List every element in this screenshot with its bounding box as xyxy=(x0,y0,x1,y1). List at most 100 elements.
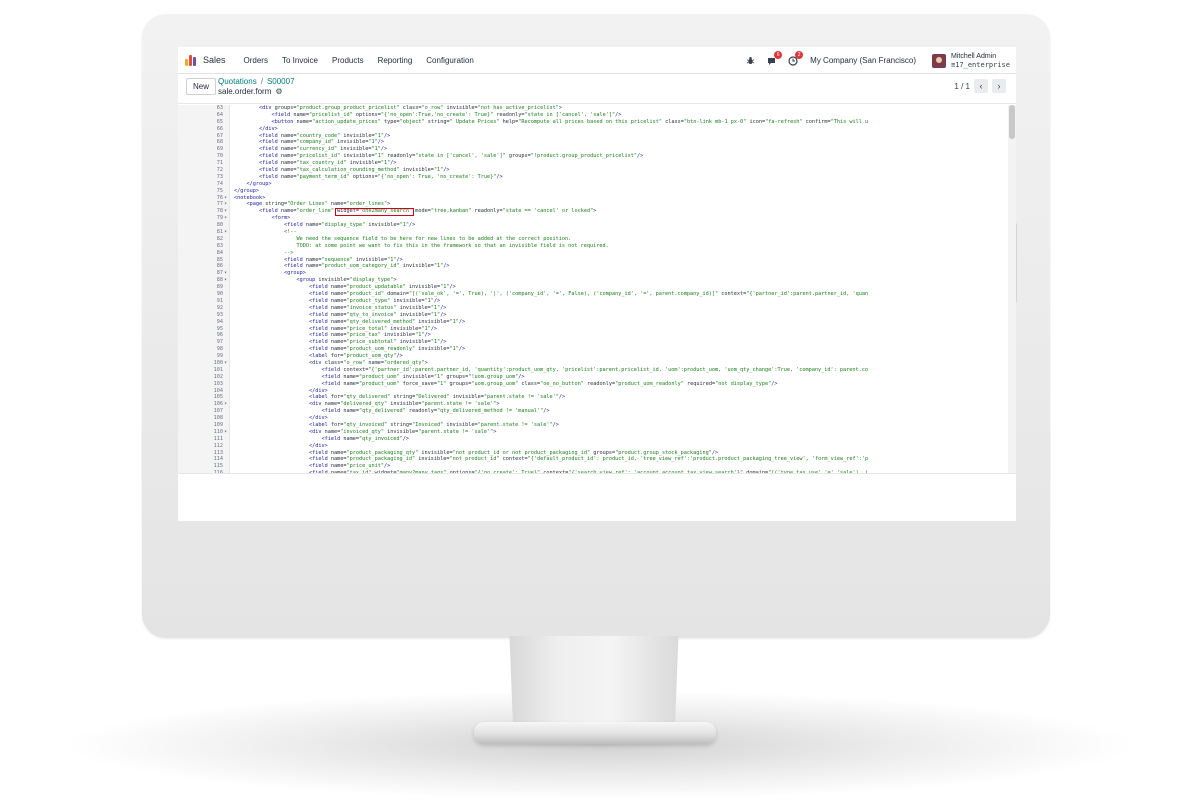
code-line[interactable]: 85 <field name="sequence" invisible="1"/… xyxy=(178,257,1016,264)
code-line[interactable]: 83 TODO: at some point we want to fix th… xyxy=(178,243,1016,250)
clock-icon[interactable]: 2 xyxy=(787,51,804,66)
code-line[interactable]: 113 <field name="product_packaging_qty" … xyxy=(178,450,1016,457)
code-line[interactable]: 64 <field name="pricelist_id" options="{… xyxy=(178,112,1016,119)
code-line[interactable]: 80 <field name="display_type" invisible=… xyxy=(178,222,1016,229)
code-line[interactable]: 102 <field name="product_uom" invisible=… xyxy=(178,374,1016,381)
editor-scrollbar[interactable] xyxy=(1008,105,1016,473)
code-line[interactable]: 82 We need the sequence field to be here… xyxy=(178,236,1016,243)
empty-area xyxy=(178,473,1016,521)
pager-previous-button[interactable]: ‹ xyxy=(974,79,988,93)
menu-to-invoice[interactable]: To Invoice xyxy=(282,56,318,65)
fold-toggle-icon[interactable]: ▾ xyxy=(224,429,229,436)
code-line[interactable]: 63 <div groups="product.group_product_pr… xyxy=(178,105,1016,112)
code-line[interactable]: 104 </div> xyxy=(178,388,1016,395)
pager-value[interactable]: 1 / 1 xyxy=(954,82,970,91)
code-line[interactable]: 74 </group> xyxy=(178,181,1016,188)
code-line[interactable]: 87 ▾ <group> xyxy=(178,270,1016,277)
code-line[interactable]: 92 <field name="invoice_status" invisibl… xyxy=(178,305,1016,312)
fold-toggle-icon[interactable]: ▾ xyxy=(224,270,229,277)
code-editor[interactable]: 63 <div groups="product.group_product_pr… xyxy=(178,105,1016,473)
fold-toggle-icon[interactable]: ▾ xyxy=(224,360,229,367)
monitor-stand-base xyxy=(474,722,716,744)
code-line[interactable]: 68 <field name="company_id" invisible="1… xyxy=(178,139,1016,146)
code-line[interactable]: 98 <field name="product_uom_readonly" in… xyxy=(178,346,1016,353)
code-text: <div name="invoiced_qty" invisible="pare… xyxy=(308,428,497,435)
code-line[interactable]: 91 <field name="product_type" invisible=… xyxy=(178,298,1016,305)
code-line[interactable]: 111 <field name="qty_invoiced"/> xyxy=(178,436,1016,443)
code-text: <group> xyxy=(283,270,306,277)
code-text: <field name="product_uom_category_id" in… xyxy=(283,263,450,270)
user-menu[interactable]: Mitchell Admin ≡17_enterprise xyxy=(931,52,1010,70)
code-line[interactable]: 93 <field name="qty_to_invoice" invisibl… xyxy=(178,312,1016,319)
fold-toggle-icon[interactable]: ▾ xyxy=(224,229,229,236)
code-line[interactable]: 79 ▾ <form> xyxy=(178,215,1016,222)
chevron-right-icon: › xyxy=(997,81,1001,91)
code-line[interactable]: 94 <field name="qty_delivered_method" in… xyxy=(178,319,1016,326)
code-line[interactable]: 115 <field name="price_unit"/> xyxy=(178,463,1016,470)
code-line[interactable]: 65 <button name="action_update_prices" t… xyxy=(178,119,1016,126)
editor-scroll-thumb[interactable] xyxy=(1009,105,1015,139)
fold-toggle-icon[interactable]: ▾ xyxy=(224,401,229,408)
bug-icon[interactable] xyxy=(745,55,756,66)
chat-icon[interactable]: 6 xyxy=(766,51,783,66)
code-line[interactable]: 84 --> xyxy=(178,250,1016,257)
code-text: <field context="{'partner_id':parent.par… xyxy=(321,366,869,373)
code-line[interactable]: 107 <field name="qty_delivered" readonly… xyxy=(178,408,1016,415)
new-button[interactable]: New xyxy=(186,78,216,95)
code-line[interactable]: 99 <label for="product_uom_qty"/> xyxy=(178,353,1016,360)
code-line[interactable]: 105 <label for="qty_delivered" string="D… xyxy=(178,394,1016,401)
code-line[interactable]: 86 <field name="product_uom_category_id"… xyxy=(178,263,1016,270)
code-line[interactable]: 112 </div> xyxy=(178,443,1016,450)
code-line[interactable]: 110 ▾ <div name="invoiced_qty" invisible=… xyxy=(178,429,1016,436)
code-line[interactable]: 73 <field name="payment_term_id" options… xyxy=(178,174,1016,181)
code-line[interactable]: 77 ▾ <page string="Order Lines" name="ord… xyxy=(178,201,1016,208)
code-line[interactable]: 108 </div> xyxy=(178,415,1016,422)
breadcrumb-current[interactable]: S00007 xyxy=(267,77,295,86)
fold-toggle-icon[interactable]: ▾ xyxy=(224,277,229,284)
company-switcher[interactable]: My Company (San Francisco) xyxy=(810,56,916,65)
code-line[interactable]: 69 <field name="currency_id" invisible="… xyxy=(178,146,1016,153)
code-text: <field name="product_id" domain="[('sale… xyxy=(308,291,869,298)
fold-toggle-icon[interactable]: ▾ xyxy=(224,208,229,215)
fold-toggle-icon[interactable]: ▾ xyxy=(224,201,229,208)
code-line[interactable]: 70 <field name="pricelist_id" invisible=… xyxy=(178,153,1016,160)
gear-icon[interactable]: ⚙ xyxy=(275,87,282,96)
code-text: <div name="delivered_qty" invisible="par… xyxy=(308,401,500,408)
fold-toggle-icon[interactable]: ▾ xyxy=(224,195,229,202)
fold-toggle-icon[interactable]: ▾ xyxy=(224,215,229,222)
code-line[interactable]: 67 <field name="country_code" invisible=… xyxy=(178,133,1016,140)
code-text: <field name="product_packaging_id" invis… xyxy=(308,456,869,463)
menu-configuration[interactable]: Configuration xyxy=(426,56,474,65)
code-text: <form> xyxy=(271,215,291,222)
code-line[interactable]: 109 <label for="qty_invoiced" string="In… xyxy=(178,422,1016,429)
control-panel: New Quotations / S00007 sale.order.form … xyxy=(178,74,1016,104)
code-line[interactable]: 66 </div> xyxy=(178,126,1016,133)
menu-orders[interactable]: Orders xyxy=(244,56,268,65)
sales-app-icon[interactable] xyxy=(185,54,197,66)
app-name[interactable]: Sales xyxy=(203,55,226,65)
code-line[interactable]: 88 ▾ <group invisible="display_type"> xyxy=(178,277,1016,284)
code-line[interactable]: 72 <field name="tax_calculation_rounding… xyxy=(178,167,1016,174)
code-line[interactable]: 71 <field name="tax_country_id" invisibl… xyxy=(178,160,1016,167)
code-line[interactable]: 106 ▾ <div name="delivered_qty" invisible… xyxy=(178,401,1016,408)
code-line[interactable]: 101 <field context="{'partner_id':parent… xyxy=(178,367,1016,374)
code-line[interactable]: 103 <field name="product_uom" force_save… xyxy=(178,381,1016,388)
pager-next-button[interactable]: › xyxy=(992,79,1006,93)
code-line[interactable]: 100 ▾ <div class="o_row" name="ordered_qt… xyxy=(178,360,1016,367)
code-line[interactable]: 81 ▾ <!-- xyxy=(178,229,1016,236)
code-line[interactable]: 96 <field name="price_tax" invisible="1"… xyxy=(178,332,1016,339)
code-line[interactable]: 95 <field name="price_total" invisible="… xyxy=(178,326,1016,333)
code-text: <field name="display_type" invisible="1"… xyxy=(283,222,416,229)
code-line[interactable]: 75 </group> xyxy=(178,188,1016,195)
menu-reporting[interactable]: Reporting xyxy=(378,56,413,65)
code-line[interactable]: 76 ▾ <notebook> xyxy=(178,195,1016,202)
menu-products[interactable]: Products xyxy=(332,56,364,65)
code-line[interactable]: 114 <field name="product_packaging_id" i… xyxy=(178,456,1016,463)
code-text: <field name="price_total" invisible="1"/… xyxy=(308,325,438,332)
code-text: <button name="action_update_prices" type… xyxy=(271,118,869,125)
breadcrumb-quotations[interactable]: Quotations xyxy=(218,77,257,86)
code-line[interactable]: 89 <field name="product_updatable" invis… xyxy=(178,284,1016,291)
code-line[interactable]: 90 <field name="product_id" domain="[('s… xyxy=(178,291,1016,298)
code-line[interactable]: 97 <field name="price_subtotal" invisibl… xyxy=(178,339,1016,346)
code-line[interactable]: 78 ▾ <field name="order_line" widget="one… xyxy=(178,208,1016,215)
